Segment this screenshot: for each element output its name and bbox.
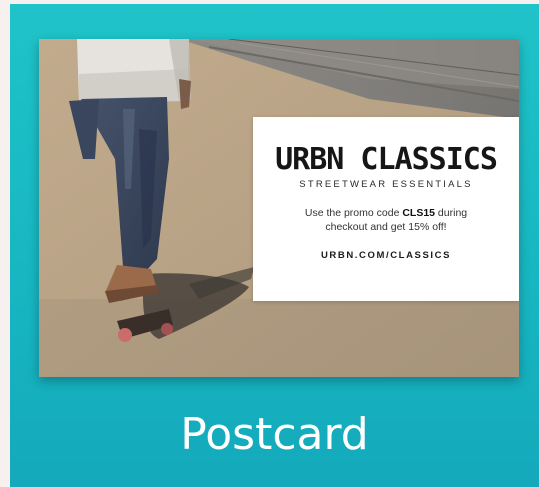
promo-prefix: Use the promo code [304,207,403,219]
brand-title: URBN CLASSICS [275,142,498,177]
promo-code: CLS15 [402,207,436,219]
promo-overlay: URBN CLASSICS STREETWEAR ESSENTIALS Use … [253,117,519,301]
template-label: Postcard [180,409,369,460]
postcard-preview[interactable]: URBN CLASSICS STREETWEAR ESSENTIALS Use … [39,39,519,377]
promo-text: Use the promo code CLS15 during checkout… [291,206,481,234]
template-tile[interactable]: URBN CLASSICS STREETWEAR ESSENTIALS Use … [10,4,539,487]
brand-tagline: STREETWEAR ESSENTIALS [299,179,473,190]
website-url: URBN.COM/CLASSICS [320,250,452,261]
